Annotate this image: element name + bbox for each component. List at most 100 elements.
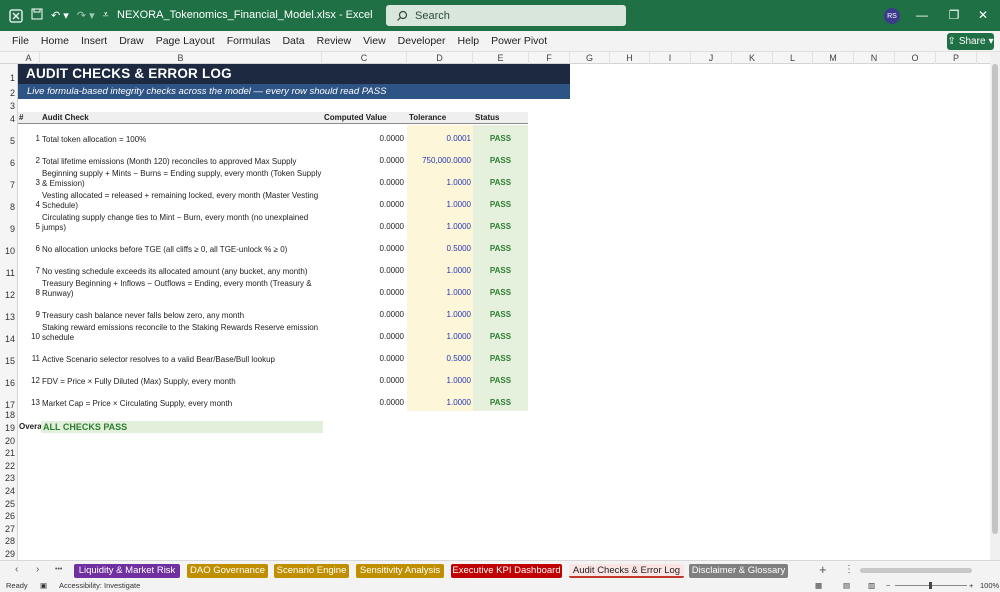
column-header-h[interactable]: H: [610, 52, 650, 64]
search-box[interactable]: Search: [386, 5, 626, 26]
row-header-12[interactable]: 12: [0, 290, 17, 300]
computed-value[interactable]: 0.0000: [322, 266, 406, 275]
column-header-b[interactable]: B: [40, 52, 322, 64]
computed-value[interactable]: 0.0000: [322, 200, 406, 209]
customize-quick-access-icon[interactable]: ⩡: [103, 9, 109, 22]
computed-value[interactable]: 0.0000: [322, 310, 406, 319]
check-description[interactable]: Total lifetime emissions (Month 120) rec…: [42, 157, 324, 167]
ribbon-tab-developer[interactable]: Developer: [398, 35, 446, 47]
check-number[interactable]: 8: [18, 288, 40, 297]
sheet-tab-sensitivity-analysis[interactable]: Sensitivity Analysis: [356, 564, 444, 578]
check-number[interactable]: 9: [18, 310, 40, 319]
check-description[interactable]: Circulating supply change ties to Mint −…: [42, 213, 324, 233]
redo-icon[interactable]: ↷ ▾: [77, 9, 95, 22]
normal-view-icon[interactable]: ▦: [815, 581, 822, 590]
next-sheet-icon[interactable]: ›: [36, 564, 39, 575]
column-header-k[interactable]: K: [732, 52, 773, 64]
computed-value[interactable]: 0.0000: [322, 222, 406, 231]
row-header-29[interactable]: 29: [0, 549, 17, 559]
row-header-11[interactable]: 11: [0, 268, 17, 278]
check-number[interactable]: 1: [18, 134, 40, 143]
row-header-23[interactable]: 23: [0, 473, 17, 483]
check-number[interactable]: 2: [18, 156, 40, 165]
ribbon-tab-help[interactable]: Help: [458, 35, 480, 47]
status-cell[interactable]: PASS: [473, 147, 528, 169]
row-header-21[interactable]: 21: [0, 448, 17, 458]
column-header-i[interactable]: I: [650, 52, 691, 64]
row-header-26[interactable]: 26: [0, 511, 17, 521]
vertical-scrollbar[interactable]: [990, 52, 1000, 560]
status-cell[interactable]: PASS: [473, 257, 528, 279]
ribbon-tab-insert[interactable]: Insert: [81, 35, 107, 47]
tolerance-cell[interactable]: 0.5000: [407, 235, 473, 257]
check-number[interactable]: 12: [18, 376, 40, 385]
tolerance-cell[interactable]: 1.0000: [407, 389, 473, 411]
row-header-13[interactable]: 13: [0, 312, 17, 322]
zoom-slider-knob[interactable]: [929, 582, 932, 589]
row-header-9[interactable]: 9: [0, 224, 17, 234]
column-header-f[interactable]: F: [529, 52, 570, 64]
row-header-8[interactable]: 8: [0, 202, 17, 212]
check-number[interactable]: 4: [18, 200, 40, 209]
row-header-6[interactable]: 6: [0, 158, 17, 168]
row-header-1[interactable]: 1: [0, 73, 17, 83]
add-sheet-icon[interactable]: +: [819, 562, 827, 577]
ribbon-tab-formulas[interactable]: Formulas: [227, 35, 271, 47]
sheet-tab-executive-kpi-dashboard[interactable]: Executive KPI Dashboard: [451, 564, 562, 578]
column-header-d[interactable]: D: [407, 52, 473, 64]
check-number[interactable]: 7: [18, 266, 40, 275]
row-header-16[interactable]: 16: [0, 378, 17, 388]
column-header-o[interactable]: O: [895, 52, 936, 64]
row-header-5[interactable]: 5: [0, 136, 17, 146]
column-header-m[interactable]: M: [813, 52, 854, 64]
tolerance-cell[interactable]: 0.0001: [407, 125, 473, 147]
check-number[interactable]: 5: [18, 222, 40, 231]
status-cell[interactable]: PASS: [473, 125, 528, 147]
tolerance-cell[interactable]: 1.0000: [407, 257, 473, 279]
ribbon-tab-page-layout[interactable]: Page Layout: [156, 35, 215, 47]
ribbon-tab-power-pivot[interactable]: Power Pivot: [491, 35, 547, 47]
computed-value[interactable]: 0.0000: [322, 354, 406, 363]
tolerance-cell[interactable]: 1.0000: [407, 323, 473, 345]
tolerance-cell[interactable]: 1.0000: [407, 191, 473, 213]
status-cell[interactable]: PASS: [473, 191, 528, 213]
check-description[interactable]: Treasury Beginning + Inflows − Outflows …: [42, 279, 324, 299]
status-cell[interactable]: PASS: [473, 301, 528, 323]
tolerance-cell[interactable]: 1.0000: [407, 279, 473, 301]
row-header-22[interactable]: 22: [0, 461, 17, 471]
share-button[interactable]: ⇪ Share ▾: [947, 33, 994, 50]
status-cell[interactable]: PASS: [473, 345, 528, 367]
check-number[interactable]: 6: [18, 244, 40, 253]
ribbon-tab-draw[interactable]: Draw: [119, 35, 144, 47]
horizontal-scrollbar[interactable]: [860, 568, 972, 573]
check-number[interactable]: 11: [18, 354, 40, 363]
check-number[interactable]: 3: [18, 178, 40, 187]
ribbon-tab-file[interactable]: File: [12, 35, 29, 47]
row-header-20[interactable]: 20: [0, 436, 17, 446]
tolerance-cell[interactable]: 750,000.0000: [407, 147, 473, 169]
check-number[interactable]: 13: [18, 398, 40, 407]
row-header-18[interactable]: 18: [0, 410, 17, 420]
status-cell[interactable]: PASS: [473, 213, 528, 235]
check-description[interactable]: Beginning supply + Mints − Burns = Endin…: [42, 169, 324, 189]
sheet-tab-scenario-engine[interactable]: Scenario Engine: [274, 564, 349, 578]
check-description[interactable]: Vesting allocated = released + remaining…: [42, 191, 324, 211]
status-cell[interactable]: PASS: [473, 169, 528, 191]
restore-icon[interactable]: ❐: [947, 8, 961, 22]
check-description[interactable]: No allocation unlocks before TGE (all cl…: [42, 245, 324, 255]
check-description[interactable]: Total token allocation = 100%: [42, 135, 324, 145]
undo-icon[interactable]: ↶ ▾: [51, 9, 69, 22]
sheet-menu-icon[interactable]: ⋮: [844, 564, 854, 575]
row-header-28[interactable]: 28: [0, 536, 17, 546]
status-cell[interactable]: PASS: [473, 389, 528, 411]
check-description[interactable]: No vesting schedule exceeds its allocate…: [42, 267, 324, 277]
check-description[interactable]: Market Cap = Price × Circulating Supply,…: [42, 399, 324, 409]
page-layout-view-icon[interactable]: ▤: [843, 581, 850, 590]
worksheet-grid[interactable]: AUDIT CHECKS & ERROR LOG Live formula-ba…: [18, 64, 990, 560]
column-header-c[interactable]: C: [322, 52, 407, 64]
computed-value[interactable]: 0.0000: [322, 156, 406, 165]
status-cell[interactable]: PASS: [473, 235, 528, 257]
check-description[interactable]: FDV = Price × Fully Diluted (Max) Supply…: [42, 377, 324, 387]
status-cell[interactable]: PASS: [473, 323, 528, 345]
zoom-level[interactable]: 100%: [980, 581, 999, 590]
